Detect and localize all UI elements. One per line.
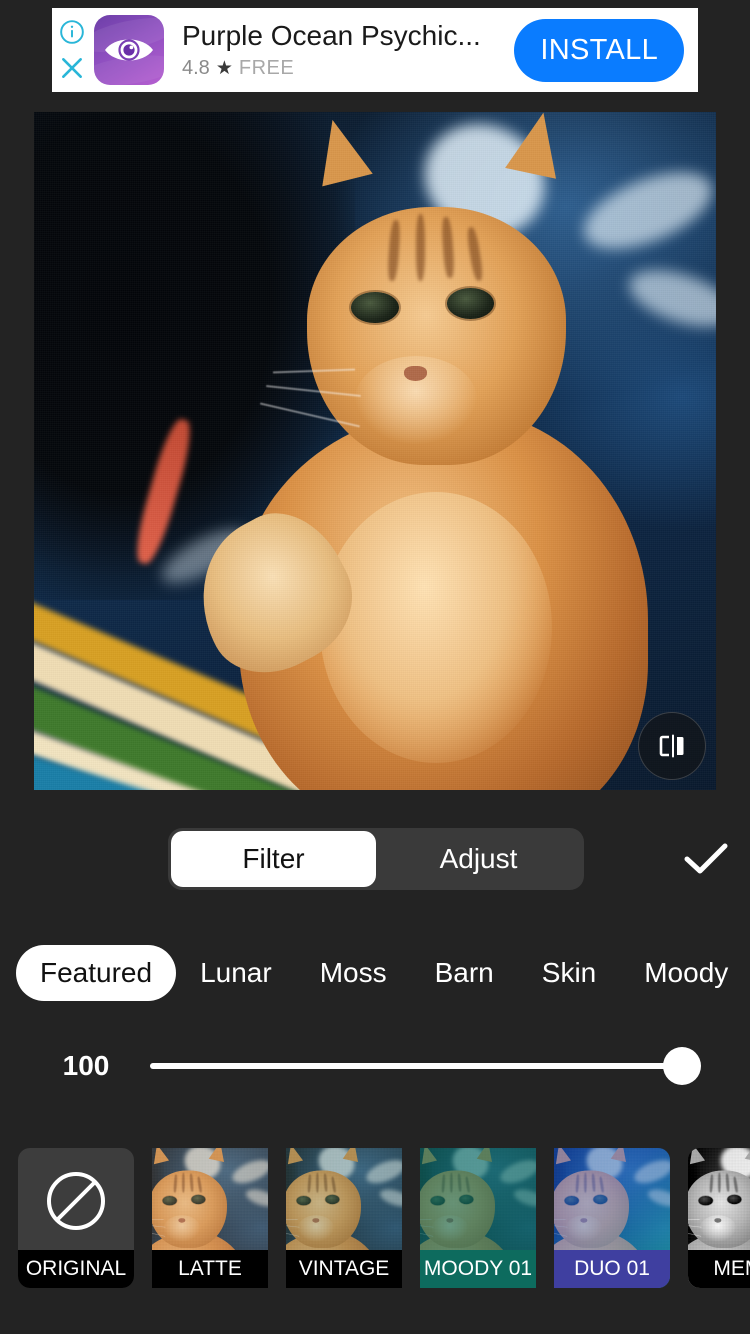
filter-thumb-moody-01[interactable]: MOODY 01 <box>420 1148 536 1288</box>
ad-text-block: Purple Ocean Psychic... 4.8 ★ FREE <box>164 20 514 79</box>
ad-controls <box>52 8 92 92</box>
category-tab-moody[interactable]: Moody <box>620 945 750 1001</box>
confirm-checkmark-button[interactable] <box>672 828 740 890</box>
filter-thumbnail-strip[interactable]: ORIGINAL LATTE VINTAGE MOODY 01 DUO 01 M… <box>0 1148 750 1288</box>
filter-thumb-original[interactable]: ORIGINAL <box>18 1148 134 1288</box>
filter-thumb-vintage[interactable]: VINTAGE <box>286 1148 402 1288</box>
category-tab-barn[interactable]: Barn <box>411 945 518 1001</box>
compare-split-icon[interactable] <box>638 712 706 780</box>
photo-canvas <box>34 112 716 790</box>
filter-thumb-label: LATTE <box>152 1250 268 1288</box>
tab-filter[interactable]: Filter <box>171 831 376 887</box>
checkmark-icon <box>684 843 728 874</box>
ad-rating: 4.8 <box>182 56 210 79</box>
eye-app-icon <box>94 15 164 85</box>
cat-subject <box>34 112 716 790</box>
filter-thumb-label: MEMO <box>688 1250 750 1288</box>
filter-thumb-memo[interactable]: MEMO <box>688 1148 750 1288</box>
filter-intensity-slider[interactable]: 100 <box>0 1040 750 1092</box>
no-filter-icon <box>47 1172 105 1230</box>
category-tab-featured[interactable]: Featured <box>16 945 177 1001</box>
ad-price: FREE <box>238 56 295 79</box>
filter-thumb-label: ORIGINAL <box>18 1250 134 1288</box>
star-icon: ★ <box>215 57 233 79</box>
install-button[interactable]: INSTALL <box>514 18 684 82</box>
ad-subtitle: 4.8 ★ FREE <box>182 57 514 80</box>
ad-title: Purple Ocean Psychic... <box>182 20 481 52</box>
filter-thumb-latte[interactable]: LATTE <box>152 1148 268 1288</box>
photo-editor-screen: Purple Ocean Psychic... 4.8 ★ FREE INSTA… <box>0 0 750 1334</box>
slider-fill <box>150 1063 682 1069</box>
category-tab-skin[interactable]: Skin <box>518 945 620 1001</box>
filter-thumb-label: MOODY 01 <box>420 1250 536 1288</box>
filter-thumb-duo-01[interactable]: DUO 01 <box>554 1148 670 1288</box>
category-tab-lunar[interactable]: Lunar <box>176 945 296 1001</box>
mode-segmented-control: Filter Adjust <box>168 828 584 890</box>
slider-thumb[interactable] <box>663 1047 701 1085</box>
filter-thumb-label: VINTAGE <box>286 1250 402 1288</box>
info-circle-icon[interactable] <box>59 19 85 45</box>
slider-value-label: 100 <box>62 1050 110 1081</box>
tab-adjust[interactable]: Adjust <box>376 831 581 887</box>
editor-toolbar: Filter Adjust <box>0 828 750 904</box>
slider-track-area[interactable] <box>150 1043 701 1089</box>
close-x-icon[interactable] <box>59 55 85 81</box>
filter-thumb-label: DUO 01 <box>554 1250 670 1288</box>
filter-category-tabs: Featured Lunar Moss Barn Skin Moody <box>0 944 750 1002</box>
ad-banner[interactable]: Purple Ocean Psychic... 4.8 ★ FREE INSTA… <box>52 8 698 92</box>
photo-preview[interactable] <box>34 112 716 790</box>
category-tab-moss[interactable]: Moss <box>296 945 411 1001</box>
